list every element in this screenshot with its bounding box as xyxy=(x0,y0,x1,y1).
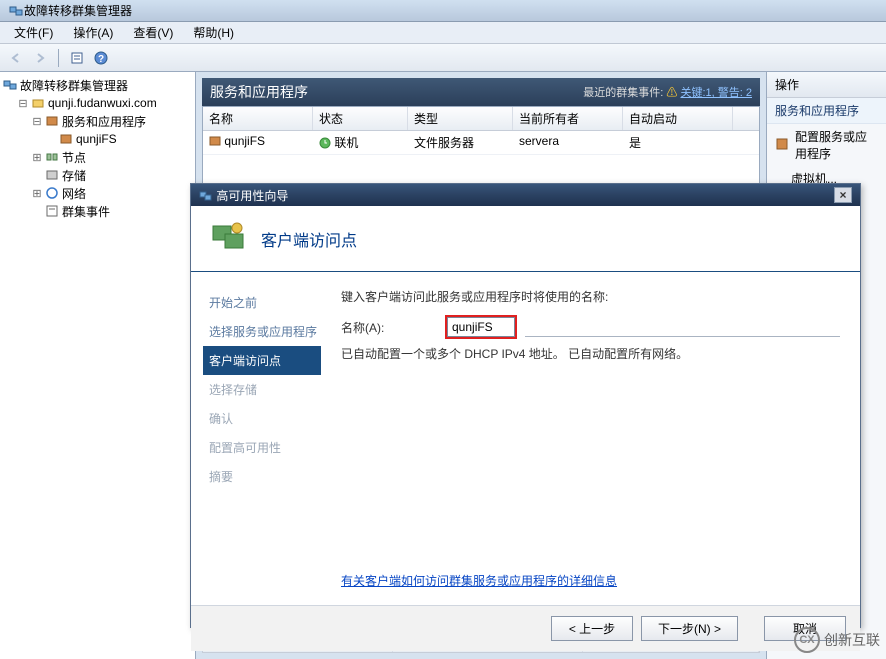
nav-before[interactable]: 开始之前 xyxy=(205,288,321,317)
recent-events: 最近的群集事件: ⚠ 关键:1, 警告: 2 xyxy=(583,84,752,100)
prompt-text: 键入客户端访问此服务或应用程序时将使用的名称: xyxy=(341,288,840,305)
wizard-icon xyxy=(775,137,789,154)
tree-events-label: 群集事件 xyxy=(60,203,110,220)
events-icon xyxy=(44,203,60,219)
panel-header: 服务和应用程序 最近的群集事件: ⚠ 关键:1, 警告: 2 xyxy=(202,78,760,106)
cell-name: qunjiFS xyxy=(203,131,313,154)
actions-heading: 操作 xyxy=(767,72,886,98)
menu-help[interactable]: 帮助(H) xyxy=(183,22,244,43)
recent-events-label: 最近的群集事件: xyxy=(583,87,663,99)
recent-events-link[interactable]: 关键:1, 警告: 2 xyxy=(680,87,752,99)
tree-storage-label: 存储 xyxy=(60,167,86,184)
menu-file[interactable]: 文件(F) xyxy=(4,22,63,43)
nav-cap[interactable]: 客户端访问点 xyxy=(203,346,321,375)
window-title: 故障转移群集管理器 xyxy=(24,2,132,19)
help-link[interactable]: 有关客户端如何访问群集服务或应用程序的详细信息 xyxy=(341,574,617,588)
tree-services[interactable]: ⊟ 服务和应用程序 xyxy=(2,112,193,130)
cell-type: 文件服务器 xyxy=(408,131,513,154)
wizard-content: 键入客户端访问此服务或应用程序时将使用的名称: 名称(A): 已自动配置一个或多… xyxy=(321,272,860,605)
cell-status: 联机 xyxy=(313,131,408,154)
tree-storage[interactable]: 存储 xyxy=(2,166,193,184)
tree-events[interactable]: 群集事件 xyxy=(2,202,193,220)
navigation-tree: 故障转移群集管理器 ⊟ qunji.fudanwuxi.com ⊟ 服务和应用程… xyxy=(0,72,196,659)
toolbar-separator xyxy=(58,49,59,67)
services-grid: 名称 状态 类型 当前所有者 自动启动 qunjiFS 联机 文件服务器 ser… xyxy=(202,106,760,186)
app-icon xyxy=(8,3,24,19)
row-icon xyxy=(209,134,221,148)
col-status[interactable]: 状态 xyxy=(313,107,408,130)
panel-title: 服务和应用程序 xyxy=(210,82,308,102)
tree-cluster-label: qunji.fudanwuxi.com xyxy=(46,96,157,110)
close-button[interactable]: × xyxy=(834,187,852,203)
nav-back-icon xyxy=(6,48,26,68)
col-autostart[interactable]: 自动启动 xyxy=(623,107,733,130)
col-type[interactable]: 类型 xyxy=(408,107,513,130)
wizard-titlebar[interactable]: 高可用性向导 × xyxy=(191,184,860,206)
nav-configure: 配置高可用性 xyxy=(205,433,321,462)
col-name[interactable]: 名称 xyxy=(203,107,313,130)
cell-owner: servera xyxy=(513,131,623,154)
wizard-banner-icon xyxy=(209,218,249,259)
table-row[interactable]: qunjiFS 联机 文件服务器 servera 是 xyxy=(203,131,759,155)
cluster-mgr-icon xyxy=(2,77,18,93)
cell-autostart: 是 xyxy=(623,131,733,154)
wizard-footer: < 上一步 下一步(N) > 取消 xyxy=(191,605,860,651)
next-button[interactable]: 下一步(N) > xyxy=(641,616,738,641)
menu-action[interactable]: 操作(A) xyxy=(63,22,123,43)
tree-services-label: 服务和应用程序 xyxy=(60,113,146,130)
watermark-text: 创新互联 xyxy=(824,630,880,650)
name-label: 名称(A): xyxy=(341,319,437,336)
col-owner[interactable]: 当前所有者 xyxy=(513,107,623,130)
help-icon[interactable]: ? xyxy=(91,48,111,68)
properties-icon[interactable] xyxy=(67,48,87,68)
cluster-icon xyxy=(30,95,46,111)
networks-icon xyxy=(44,185,60,201)
online-icon xyxy=(319,136,331,150)
minus-icon[interactable]: ⊟ xyxy=(30,115,44,128)
minus-icon[interactable]: ⊟ xyxy=(16,97,30,110)
tree-root[interactable]: 故障转移群集管理器 xyxy=(2,76,193,94)
wizard-heading: 客户端访问点 xyxy=(261,227,357,251)
wizard-title: 高可用性向导 xyxy=(216,189,288,203)
nav-summary: 摘要 xyxy=(205,462,321,491)
nav-select[interactable]: 选择服务或应用程序 xyxy=(205,317,321,346)
menu-view[interactable]: 查看(V) xyxy=(123,22,183,43)
name-input[interactable] xyxy=(447,317,515,337)
tree-nodes[interactable]: ⊞ 节点 xyxy=(2,148,193,166)
nodes-icon xyxy=(44,149,60,165)
tree-networks[interactable]: ⊞ 网络 xyxy=(2,184,193,202)
nav-forward-icon xyxy=(30,48,50,68)
nav-confirm: 确认 xyxy=(205,404,321,433)
svg-text:?: ? xyxy=(98,54,104,65)
tree-cluster[interactable]: ⊟ qunji.fudanwuxi.com xyxy=(2,94,193,112)
tree-root-label: 故障转移群集管理器 xyxy=(18,77,128,94)
services-icon xyxy=(44,113,60,129)
tree-qunjifs-label: qunjiFS xyxy=(74,132,117,146)
watermark-icon: CX xyxy=(794,627,820,653)
highlight-box xyxy=(445,315,517,339)
wizard-icon xyxy=(199,189,213,203)
storage-icon xyxy=(44,167,60,183)
tree-networks-label: 网络 xyxy=(60,185,86,202)
menu-bar: 文件(F) 操作(A) 查看(V) 帮助(H) xyxy=(0,22,886,44)
plus-icon[interactable]: ⊞ xyxy=(30,151,44,164)
tree-qunjifs[interactable]: qunjiFS xyxy=(2,130,193,148)
nav-storage: 选择存储 xyxy=(205,375,321,404)
wizard-banner: 客户端访问点 xyxy=(191,206,860,272)
app-item-icon xyxy=(58,131,74,147)
dhcp-text: 已自动配置一个或多个 DHCP IPv4 地址。 已自动配置所有网络。 xyxy=(341,345,840,362)
high-availability-wizard: 高可用性向导 × 客户端访问点 开始之前 选择服务或应用程序 客户端访问点 选择… xyxy=(190,183,861,628)
tree-nodes-label: 节点 xyxy=(60,149,86,166)
plus-icon[interactable]: ⊞ xyxy=(30,187,44,200)
grid-header: 名称 状态 类型 当前所有者 自动启动 xyxy=(203,107,759,131)
actions-subheading: 服务和应用程序 xyxy=(767,98,886,124)
action-configure[interactable]: 配置服务或应用程序 xyxy=(767,124,886,166)
warning-icon: ⚠ xyxy=(666,87,677,99)
toolbar: ? xyxy=(0,44,886,72)
back-button[interactable]: < 上一步 xyxy=(551,616,633,641)
window-titlebar: 故障转移群集管理器 xyxy=(0,0,886,22)
watermark: CX 创新互联 xyxy=(794,627,880,653)
wizard-nav: 开始之前 选择服务或应用程序 客户端访问点 选择存储 确认 配置高可用性 摘要 xyxy=(191,272,321,605)
